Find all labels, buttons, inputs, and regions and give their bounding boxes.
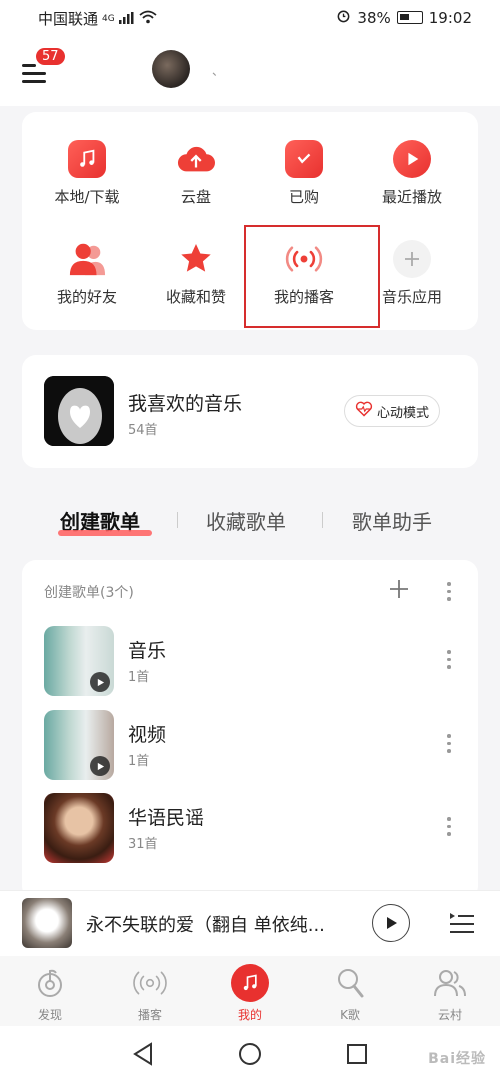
- playlist-queue-button[interactable]: [448, 909, 476, 937]
- playlist-cover: [44, 710, 114, 780]
- playlist-name: 华语民谣: [128, 807, 205, 829]
- music-note-icon: [68, 140, 106, 178]
- notification-badge: 57: [36, 48, 65, 65]
- queue-icon: [450, 913, 474, 933]
- tab-collected-playlists[interactable]: 收藏歌单: [206, 506, 286, 535]
- liked-music-count: 54首: [128, 423, 158, 438]
- grid-item-friends[interactable]: 我的好友: [32, 240, 142, 307]
- tab-divider: [322, 512, 323, 528]
- nav-discover[interactable]: 发现: [15, 964, 85, 1023]
- playlist-cover: [44, 626, 114, 696]
- home-circle-icon: [239, 1043, 261, 1065]
- now-playing-cover: [22, 898, 72, 948]
- grid-item-local-download[interactable]: 本地/下载: [32, 140, 142, 207]
- nav-label: 发现: [37, 1008, 62, 1022]
- plus-icon: [393, 240, 431, 278]
- liked-music-cover: [44, 376, 114, 446]
- playlist-tabs: 创建歌单 收藏歌单 歌单助手: [0, 500, 500, 544]
- grid-item-label: 云盘: [180, 188, 211, 206]
- plus-icon: [390, 580, 408, 598]
- username[interactable]: 、: [212, 62, 224, 79]
- grid-item-recent-play[interactable]: 最近播放: [357, 140, 467, 207]
- playlist-cover: [44, 793, 114, 863]
- section-more-button[interactable]: [446, 582, 452, 601]
- playlist-count: 1首: [128, 754, 150, 769]
- grid-item-label: 我的好友: [56, 288, 117, 306]
- microphone-icon: [331, 964, 369, 1002]
- playlist-item[interactable]: 视频 1首: [44, 710, 464, 780]
- discover-icon: [31, 964, 69, 1002]
- heart-mode-button[interactable]: 心动模式: [344, 395, 441, 427]
- liked-music-title: 我喜欢的音乐: [128, 393, 243, 415]
- tab-divider: [177, 512, 178, 528]
- alarm-icon: [336, 8, 351, 27]
- playlist-item[interactable]: 音乐 1首: [44, 626, 464, 696]
- video-play-icon: [90, 672, 110, 692]
- carrier-label: 中国联通: [38, 10, 99, 28]
- tab-playlist-assistant[interactable]: 歌单助手: [352, 506, 432, 535]
- playlist-name: 视频: [128, 724, 167, 746]
- heartbeat-icon: [355, 401, 373, 421]
- playlist-section-header: 创建歌单(3个): [44, 585, 134, 601]
- back-triangle-icon: [133, 1042, 152, 1066]
- music-note-icon: [231, 964, 269, 1002]
- status-bar: 中国联通 4G 38% 19:02: [0, 0, 500, 36]
- playlist-count: 31首: [128, 837, 158, 852]
- mini-player[interactable]: 永不失联的爱（翻自 单依纯...: [0, 890, 500, 956]
- star-icon: [177, 240, 215, 278]
- highlight-annotation-box: [244, 225, 380, 328]
- clock: 19:02: [428, 8, 472, 27]
- now-playing-title: 永不失联的爱（翻自 单依纯...: [86, 915, 325, 936]
- wifi-icon: [139, 10, 157, 28]
- playlist-count: 1首: [128, 670, 150, 685]
- play-icon: [387, 917, 397, 929]
- nav-mine[interactable]: 我的: [215, 964, 285, 1023]
- liked-music-card[interactable]: 我喜欢的音乐 54首 心动模式: [22, 355, 478, 468]
- battery-percent: 38%: [357, 8, 391, 27]
- grid-item-cloud-disk[interactable]: 云盘: [141, 140, 251, 207]
- playlist-more-button[interactable]: [446, 817, 452, 836]
- grid-item-label: 本地/下载: [54, 188, 120, 206]
- battery-icon: [396, 11, 423, 24]
- play-button[interactable]: [372, 904, 410, 942]
- nav-podcast[interactable]: 播客: [115, 964, 185, 1023]
- nav-karaoke[interactable]: K歌: [315, 964, 385, 1023]
- shopping-bag-icon: [285, 140, 323, 178]
- playlist-more-button[interactable]: [446, 650, 452, 669]
- active-tab-indicator: [58, 530, 152, 536]
- grid-item-purchased[interactable]: 已购: [249, 140, 359, 207]
- play-circle-icon: [393, 140, 431, 178]
- square-icon: [347, 1044, 367, 1064]
- nav-community[interactable]: 云村: [415, 964, 485, 1023]
- playlist-more-button[interactable]: [446, 734, 452, 753]
- friends-icon: [68, 240, 106, 278]
- grid-item-label: 收藏和赞: [165, 288, 226, 306]
- playlist-item[interactable]: 华语民谣 31首: [44, 793, 464, 863]
- nav-label: K歌: [340, 1008, 360, 1022]
- nav-label: 云村: [437, 1008, 462, 1022]
- back-button[interactable]: [132, 1042, 154, 1070]
- home-button[interactable]: [238, 1042, 262, 1070]
- people-icon: [431, 964, 469, 1002]
- grid-item-label: 最近播放: [381, 188, 442, 206]
- system-nav-bar: Bai经验: [0, 1026, 500, 1083]
- heart-mode-label: 心动模式: [377, 405, 430, 421]
- signal-icon: [118, 10, 135, 28]
- header: 57 、: [0, 36, 500, 106]
- add-playlist-button[interactable]: [388, 578, 410, 605]
- watermark: Bai经验: [428, 1051, 486, 1067]
- video-play-icon: [90, 756, 110, 776]
- recent-apps-button[interactable]: [346, 1043, 368, 1069]
- podcast-icon: [131, 964, 169, 1002]
- created-playlists-card: 创建歌单(3个) 音乐 1首 视频 1首 华语民谣 31首: [22, 560, 478, 900]
- avatar[interactable]: [152, 50, 190, 88]
- cloud-upload-icon: [177, 140, 215, 178]
- grid-item-favorites[interactable]: 收藏和赞: [141, 240, 251, 307]
- playlist-name: 音乐: [128, 640, 167, 662]
- bottom-nav: 发现 播客 我的 K歌 云村: [0, 956, 500, 1026]
- nav-label: 我的: [237, 1008, 262, 1022]
- nav-label: 播客: [137, 1008, 162, 1022]
- grid-item-label: 已购: [288, 188, 319, 206]
- network-type: 4G: [102, 13, 115, 24]
